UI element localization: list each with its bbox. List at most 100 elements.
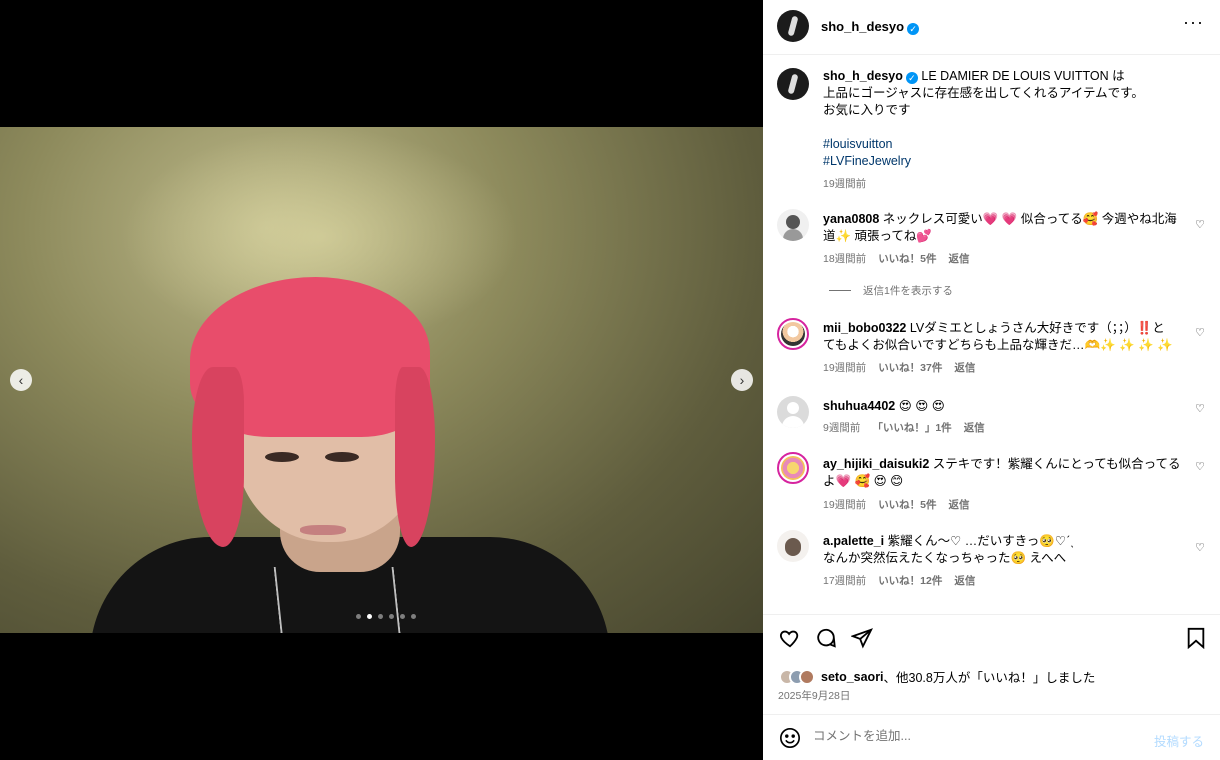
comment-avatar[interactable] — [777, 209, 809, 241]
author-avatar[interactable] — [777, 10, 809, 42]
likes-summary[interactable]: seto_saori 、他30.8万人が「いいね！」しました — [779, 667, 1095, 686]
comment-time: 9週間前 — [823, 422, 861, 434]
comment-meta: 19週間前 いいね！37件 返信 — [823, 360, 975, 375]
comment-text: ステキです！紫耀くんにとっても似合ってる — [932, 457, 1181, 471]
carousel-next-button[interactable]: › — [731, 369, 753, 391]
comment-avatar[interactable] — [777, 452, 809, 484]
comment-like-heart-icon[interactable]: ♡ — [1195, 541, 1205, 554]
bookmark-icon[interactable] — [1186, 627, 1206, 654]
reply-button[interactable]: 返信 — [954, 360, 975, 375]
comment-meta: 17週間前 いいね！12件 返信 — [823, 573, 975, 588]
comment-meta: 18週間前 いいね！5件 返信 — [823, 251, 970, 266]
photo-hair-right — [395, 367, 435, 547]
comment-username[interactable]: shuhua4402 — [823, 399, 895, 413]
hashtag-link[interactable]: #louisvuitton — [823, 136, 1193, 153]
comment-username[interactable]: yana0808 — [823, 212, 879, 226]
carousel-prev-button[interactable]: ‹ — [10, 369, 32, 391]
comments-scroll-area[interactable]: sho_h_desyo ✓ LE DAMIER DE LOUIS VUITTON … — [763, 56, 1220, 614]
comment-username[interactable]: mii_bobo0322 — [823, 321, 906, 335]
comment-like-heart-icon[interactable]: ♡ — [1195, 402, 1205, 415]
view-replies-line — [829, 290, 851, 291]
caption-username[interactable]: sho_h_desyo — [823, 69, 903, 83]
comment-text: 紫耀くん〜♡ …だいすきっ🥺♡ˊˎ — [887, 534, 1075, 548]
comment-likes[interactable]: いいね！37件 — [878, 360, 942, 375]
caption-time: 19週間前 — [823, 178, 867, 190]
photo-hair-left — [192, 367, 244, 547]
caption-line-2: 上品にゴージャスに存在感を出してくれるアイテムです。 — [823, 86, 1144, 100]
post-side-panel: sho_h_desyo ✓ ··· sho_h_desyo ✓ LE DAMIER … — [763, 0, 1220, 760]
comment-text: 道✨ 頑張ってね💕 — [823, 229, 932, 243]
comment-text: LVダミエとしょうさん大好きです（；；）‼️と — [909, 321, 1165, 335]
photo-eye-right — [325, 452, 359, 462]
comment-likes[interactable]: 「いいね！」1件 — [872, 420, 951, 435]
post-comment-button[interactable]: 投稿する — [1154, 731, 1204, 750]
liker-avatar — [799, 668, 815, 685]
comment-avatar[interactable] — [777, 530, 809, 562]
comment-time: 18週間前 — [823, 253, 867, 265]
comment-avatar[interactable] — [777, 396, 809, 428]
author-username[interactable]: sho_h_desyo ✓ — [821, 19, 920, 35]
verified-badge-icon: ✓ — [907, 23, 920, 35]
comment-text: よ💗 🥰 😍 😊 — [823, 474, 904, 488]
comment-likes[interactable]: いいね！12件 — [878, 573, 942, 588]
comment-icon[interactable] — [815, 627, 837, 654]
comment-likes[interactable]: いいね！5件 — [878, 497, 936, 512]
photo-mouth — [300, 525, 346, 535]
view-replies-button[interactable]: 返信1件を表示する — [829, 283, 953, 298]
caption-line-3: お気に入りです — [823, 103, 911, 117]
carousel-dot — [389, 614, 394, 619]
comment-avatar[interactable] — [777, 318, 809, 350]
media-pane: ‹ › — [0, 0, 763, 760]
post-date[interactable]: 2025年9月28日 — [778, 688, 850, 703]
comment-like-heart-icon[interactable]: ♡ — [1195, 460, 1205, 473]
photo-eye-left — [265, 452, 299, 462]
caption-line-1: LE DAMIER DE LOUIS VUITTON は — [921, 69, 1125, 83]
comment-time: 19週間前 — [823, 362, 867, 374]
emoji-icon[interactable] — [779, 727, 801, 754]
carousel-dot-active — [367, 614, 372, 619]
caption-author-avatar[interactable] — [777, 68, 809, 100]
comment-time: 19週間前 — [823, 499, 867, 511]
comment-meta: 9週間前 「いいね！」1件 返信 — [823, 420, 985, 435]
comment-username[interactable]: ay_hijiki_daisuki2 — [823, 457, 929, 471]
comment-3: shuhua4402 😍 😍 😍 — [823, 398, 1193, 415]
hashtag-link[interactable]: #LVFineJewelry — [823, 153, 1193, 170]
reply-button[interactable]: 返信 — [949, 251, 970, 266]
photo-necklace — [273, 567, 411, 633]
chevron-left-icon: ‹ — [18, 372, 24, 388]
comment-username[interactable]: a.palette_i — [823, 534, 884, 548]
verified-badge-icon: ✓ — [905, 72, 918, 84]
comment-4: ay_hijiki_daisuki2 ステキです！紫耀くんにとっても似合ってる … — [823, 456, 1193, 490]
caption-meta: 19週間前 — [823, 176, 866, 191]
comment-2: mii_bobo0322 LVダミエとしょうさん大好きです（；；）‼️と てもよ… — [823, 320, 1193, 354]
reply-button[interactable]: 返信 — [949, 497, 970, 512]
comment-text: 😍 😍 😍 — [898, 399, 945, 413]
comment-like-heart-icon[interactable]: ♡ — [1195, 326, 1205, 339]
carousel-indicator — [356, 614, 416, 619]
comment-input[interactable] — [813, 729, 1133, 743]
share-icon[interactable] — [850, 627, 873, 654]
post-actions: seto_saori 、他30.8万人が「いいね！」しました 2025年9月28日 — [763, 614, 1220, 714]
caption: sho_h_desyo ✓ LE DAMIER DE LOUIS VUITTON … — [823, 68, 1193, 170]
heart-icon[interactable] — [779, 627, 801, 654]
likes-count-text: 、他30.8万人が「いいね！」しました — [883, 671, 1096, 685]
carousel-dot — [378, 614, 383, 619]
reply-button[interactable]: 返信 — [954, 573, 975, 588]
comment-meta: 19週間前 いいね！5件 返信 — [823, 497, 970, 512]
author-username-text: sho_h_desyo — [821, 19, 905, 34]
view-replies-label: 返信1件を表示する — [863, 285, 953, 297]
reply-button[interactable]: 返信 — [964, 420, 985, 435]
carousel-dot — [356, 614, 361, 619]
comment-likes[interactable]: いいね！5件 — [878, 251, 936, 266]
comment-text: なんか突然伝えたくなっちゃった🥺 えへへ — [823, 551, 1067, 565]
post-header: sho_h_desyo ✓ ··· — [763, 0, 1220, 55]
chevron-right-icon: › — [739, 372, 745, 388]
comment-time: 17週間前 — [823, 575, 867, 587]
comment-1: yana0808 ネックレス可愛い💗 💗 似合ってる🥰 今週やね北海 道✨ 頑張… — [823, 211, 1193, 245]
liker-username[interactable]: seto_saori — [821, 670, 884, 684]
comment-text: てもよくお似合いですどちらも上品な輝きだ…🫶✨ ✨ ✨ ✨ — [823, 338, 1173, 352]
more-horizontal-icon[interactable]: ··· — [1183, 12, 1204, 33]
comment-text: ネックレス可愛い💗 💗 似合ってる🥰 今週やね北海 — [882, 212, 1177, 226]
comment-5: a.palette_i 紫耀くん〜♡ …だいすきっ🥺♡ˊˎ なんか突然伝えたくな… — [823, 533, 1193, 567]
comment-like-heart-icon[interactable]: ♡ — [1195, 218, 1205, 231]
